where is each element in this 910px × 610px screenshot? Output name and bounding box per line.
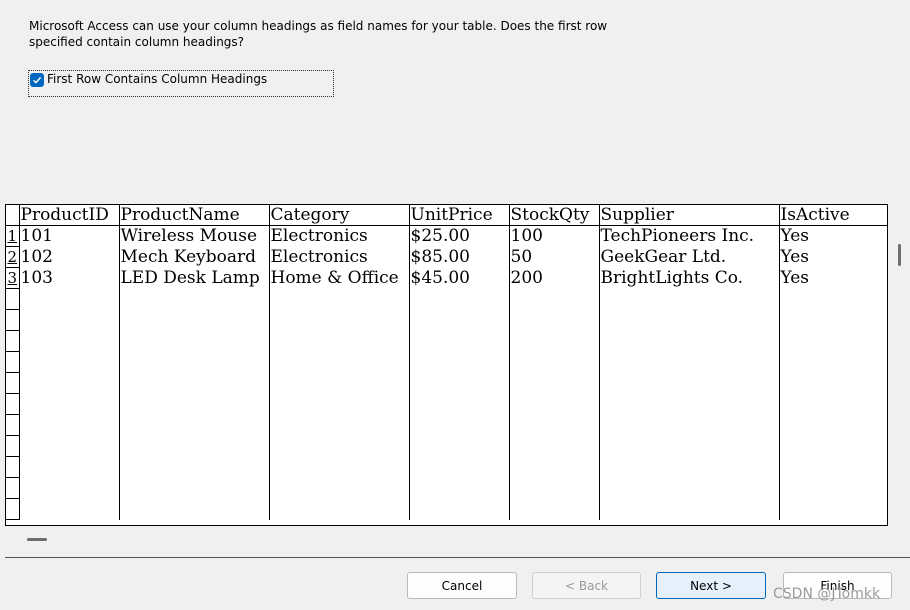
empty-row [6,414,887,436]
header-row: ProductID ProductName Category UnitPrice… [6,205,887,226]
row-number: 2 [6,246,19,268]
row-number: 3 [6,267,19,289]
vertical-scrollbar-thumb[interactable] [898,244,901,266]
cell[interactable]: 102 [18,246,119,268]
empty-row [6,288,887,310]
horizontal-scrollbar-thumb[interactable] [27,538,47,541]
empty-row [6,330,887,352]
cell[interactable]: 100 [508,225,599,247]
cell[interactable]: GeekGear Ltd. [598,246,779,268]
table-row: 3 103 LED Desk Lamp Home & Office $45.00… [6,267,887,289]
cell[interactable]: BrightLights Co. [598,267,779,289]
empty-row [6,393,887,415]
first-row-headings-checkbox-row[interactable]: First Row Contains Column Headings [28,70,334,97]
empty-row [6,372,887,394]
empty-row [6,477,887,499]
column-header[interactable]: ProductID [18,205,119,226]
column-header[interactable]: ProductName [118,205,269,226]
intro-line-2: specified contain column headings? [29,35,245,49]
empty-row [6,351,887,373]
cell[interactable]: LED Desk Lamp [118,267,269,289]
intro-text: Microsoft Access can use your column hea… [29,18,609,50]
column-header[interactable]: Supplier [598,205,779,226]
cell[interactable]: Wireless Mouse [118,225,269,247]
cell[interactable]: $85.00 [408,246,509,268]
back-button[interactable]: < Back [532,572,641,599]
row-header-corner [6,205,19,226]
cell[interactable]: 200 [508,267,599,289]
cell[interactable]: TechPioneers Inc. [598,225,779,247]
table-row: 2 102 Mech Keyboard Electronics $85.00 5… [6,246,887,268]
first-row-headings-label[interactable]: First Row Contains Column Headings [47,72,267,86]
cell[interactable]: 103 [18,267,119,289]
cell[interactable]: Yes [778,225,887,247]
cell[interactable]: Electronics [268,246,409,268]
cell[interactable]: 50 [508,246,599,268]
cancel-button[interactable]: Cancel [407,572,517,599]
divider [5,557,910,558]
first-row-headings-checkbox[interactable] [30,73,44,87]
cell[interactable]: $45.00 [408,267,509,289]
cell[interactable]: Home & Office [268,267,409,289]
data-preview-table: ProductID ProductName Category UnitPrice… [6,205,887,520]
cell[interactable]: $25.00 [408,225,509,247]
intro-line-1: Microsoft Access can use your column hea… [29,19,608,33]
column-header[interactable]: UnitPrice [408,205,509,226]
column-header[interactable]: StockQty [508,205,599,226]
empty-row [6,456,887,478]
table-row: 1 101 Wireless Mouse Electronics $25.00 … [6,225,887,247]
next-button[interactable]: Next > [656,572,766,599]
column-header[interactable]: Category [268,205,409,226]
cell[interactable]: Yes [778,246,887,268]
cell[interactable]: Mech Keyboard [118,246,269,268]
empty-row [6,435,887,457]
cell[interactable]: Electronics [268,225,409,247]
cell[interactable]: 101 [18,225,119,247]
checkmark-icon [33,76,42,84]
data-preview-grid[interactable]: ProductID ProductName Category UnitPrice… [5,204,888,526]
row-number: 1 [6,225,19,247]
column-header[interactable]: IsActive [778,205,887,226]
watermark-text: CSDN @JTomkk [773,586,881,602]
empty-row [6,498,887,520]
cell[interactable]: Yes [778,267,887,289]
empty-row [6,309,887,331]
